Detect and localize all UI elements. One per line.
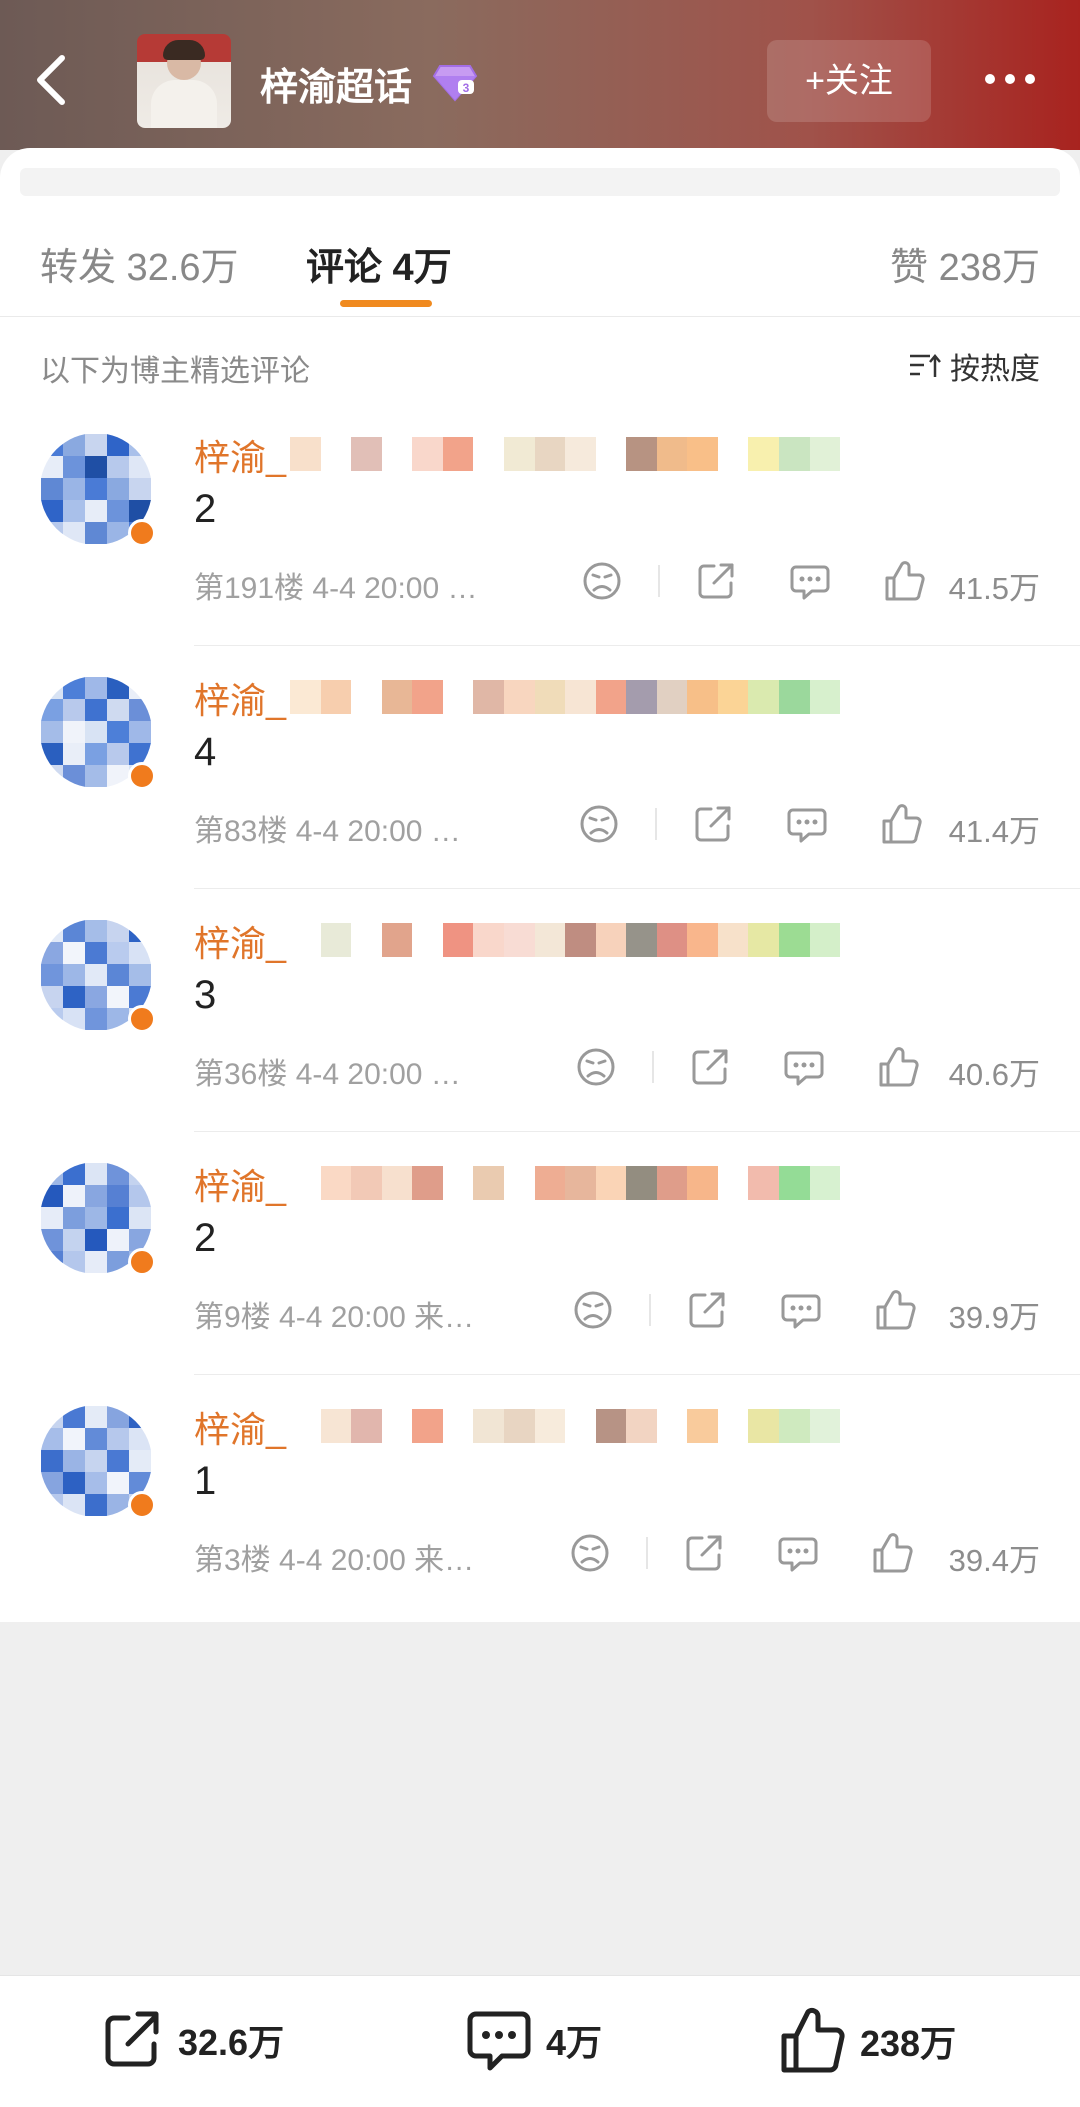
share-icon[interactable] bbox=[691, 802, 735, 846]
dislike-face-icon[interactable] bbox=[580, 559, 624, 603]
comment-divider bbox=[194, 645, 1080, 646]
top-header: 梓渝超话 3 +关注 bbox=[0, 0, 1080, 150]
bottom-repost-count: 32.6万 bbox=[178, 2022, 285, 2063]
comment-meta: 第9楼 4-4 20:00 来… bbox=[194, 1301, 475, 1334]
thumbs-up-icon bbox=[781, 2007, 845, 2073]
verified-badge-icon bbox=[128, 762, 156, 790]
follow-button[interactable]: +关注 bbox=[767, 40, 931, 122]
tab-repost[interactable]: 转发 32.6万 bbox=[40, 236, 239, 291]
bottom-repost-button[interactable]: 32.6万 bbox=[98, 2006, 284, 2074]
bottom-comment-count: 4万 bbox=[546, 2022, 603, 2063]
topic-title[interactable]: 梓渝超话 bbox=[260, 56, 412, 111]
comment-text: 3 bbox=[194, 973, 217, 1017]
share-icon[interactable] bbox=[682, 1531, 726, 1575]
comment-divider bbox=[194, 1374, 1080, 1375]
commenter-name[interactable]: 梓渝_ bbox=[194, 915, 286, 967]
reply-icon[interactable] bbox=[779, 1288, 823, 1332]
commenter-name[interactable]: 梓渝_ bbox=[194, 672, 286, 724]
comment-item[interactable]: 梓渝_ 4 第83楼 4-4 20:00 … 41.4万 bbox=[0, 648, 1080, 890]
comment-icon bbox=[467, 2011, 531, 2071]
commenter-name[interactable]: 梓渝_ bbox=[194, 1158, 286, 1210]
svg-text:3: 3 bbox=[463, 81, 470, 95]
action-separator bbox=[652, 1051, 654, 1083]
reply-icon[interactable] bbox=[782, 1045, 826, 1089]
reply-icon[interactable] bbox=[785, 802, 829, 846]
selected-comments-note: 以下为博主精选评论 bbox=[40, 355, 310, 388]
tabs-divider bbox=[0, 316, 1080, 317]
reply-icon[interactable] bbox=[776, 1531, 820, 1575]
dislike-face-icon[interactable] bbox=[574, 1045, 618, 1089]
comment-item[interactable]: 梓渝_ 2 第9楼 4-4 20:00 来… 39.9万 bbox=[0, 1134, 1080, 1376]
like-count[interactable]: 40.6万 bbox=[949, 1049, 1040, 1094]
mosaic-redaction bbox=[290, 437, 841, 471]
comment-item[interactable]: 梓渝_ 1 第3楼 4-4 20:00 来… 39.4万 bbox=[0, 1377, 1080, 1619]
mosaic-redaction bbox=[290, 1409, 841, 1443]
like-count[interactable]: 41.4万 bbox=[949, 806, 1040, 851]
interaction-tabs: 转发 32.6万 评论 4万 赞 238万 bbox=[0, 226, 1080, 316]
bottom-comment-button[interactable]: 4万 bbox=[464, 2006, 602, 2074]
share-icon[interactable] bbox=[688, 1045, 732, 1089]
bottom-like-count: 238万 bbox=[860, 2023, 957, 2064]
dislike-face-icon[interactable] bbox=[568, 1531, 612, 1575]
action-separator bbox=[646, 1537, 648, 1569]
dislike-face-icon[interactable] bbox=[577, 802, 621, 846]
diamond-level-icon: 3 bbox=[432, 65, 478, 102]
sheet-top-band bbox=[20, 168, 1060, 196]
mosaic-redaction bbox=[290, 680, 841, 714]
like-count[interactable]: 39.4万 bbox=[949, 1535, 1040, 1580]
back-arrow-icon[interactable] bbox=[28, 50, 78, 110]
thumbs-up-icon[interactable] bbox=[876, 1045, 920, 1089]
like-count[interactable]: 39.9万 bbox=[949, 1292, 1040, 1337]
active-tab-indicator bbox=[340, 300, 432, 307]
sort-label: 按热度 bbox=[950, 353, 1040, 386]
comment-text: 2 bbox=[194, 487, 217, 531]
thumbs-up-icon[interactable] bbox=[873, 1288, 917, 1332]
comment-divider bbox=[194, 1131, 1080, 1132]
comment-item[interactable]: 梓渝_ 2 第191楼 4-4 20:00 … 41.5万 bbox=[0, 405, 1080, 647]
action-separator bbox=[649, 1294, 651, 1326]
thumbs-up-icon[interactable] bbox=[879, 802, 923, 846]
verified-badge-icon bbox=[128, 1005, 156, 1033]
sort-icon bbox=[910, 354, 941, 377]
action-separator bbox=[658, 565, 660, 597]
share-icon bbox=[105, 2011, 159, 2067]
action-separator bbox=[655, 808, 657, 840]
comment-meta: 第36楼 4-4 20:00 … bbox=[194, 1058, 461, 1091]
mosaic-redaction bbox=[290, 1166, 841, 1200]
dislike-face-icon[interactable] bbox=[571, 1288, 615, 1332]
tab-comment[interactable]: 评论 4万 bbox=[306, 236, 452, 291]
reply-icon[interactable] bbox=[788, 559, 832, 603]
commenter-name[interactable]: 梓渝_ bbox=[194, 1401, 286, 1453]
share-icon[interactable] bbox=[694, 559, 738, 603]
verified-badge-icon bbox=[128, 519, 156, 547]
thumbs-up-icon[interactable] bbox=[882, 559, 926, 603]
commenter-name[interactable]: 梓渝_ bbox=[194, 429, 286, 481]
more-options-icon[interactable] bbox=[978, 54, 1042, 104]
bottom-action-bar: 32.6万 4万 238万 bbox=[0, 1975, 1080, 2107]
comment-text: 4 bbox=[194, 730, 217, 774]
comment-text: 2 bbox=[194, 1216, 217, 1260]
comment-text: 1 bbox=[194, 1459, 217, 1503]
topic-avatar[interactable] bbox=[137, 34, 231, 128]
verified-badge-icon bbox=[128, 1491, 156, 1519]
thumbs-up-icon[interactable] bbox=[870, 1531, 914, 1575]
comment-item[interactable]: 梓渝_ 3 第36楼 4-4 20:00 … 40.6万 bbox=[0, 891, 1080, 1133]
comment-meta: 第3楼 4-4 20:00 来… bbox=[194, 1544, 475, 1577]
mosaic-redaction bbox=[290, 923, 841, 957]
sort-button[interactable]: 按热度 bbox=[908, 344, 1040, 388]
comment-divider bbox=[194, 888, 1080, 889]
verified-badge-icon bbox=[128, 1248, 156, 1276]
comment-meta: 第83楼 4-4 20:00 … bbox=[194, 815, 461, 848]
like-count[interactable]: 41.5万 bbox=[949, 563, 1040, 608]
comment-meta: 第191楼 4-4 20:00 … bbox=[194, 572, 478, 605]
share-icon[interactable] bbox=[685, 1288, 729, 1332]
tab-like[interactable]: 赞 238万 bbox=[890, 236, 1040, 291]
bottom-like-button[interactable]: 238万 bbox=[778, 2006, 956, 2076]
